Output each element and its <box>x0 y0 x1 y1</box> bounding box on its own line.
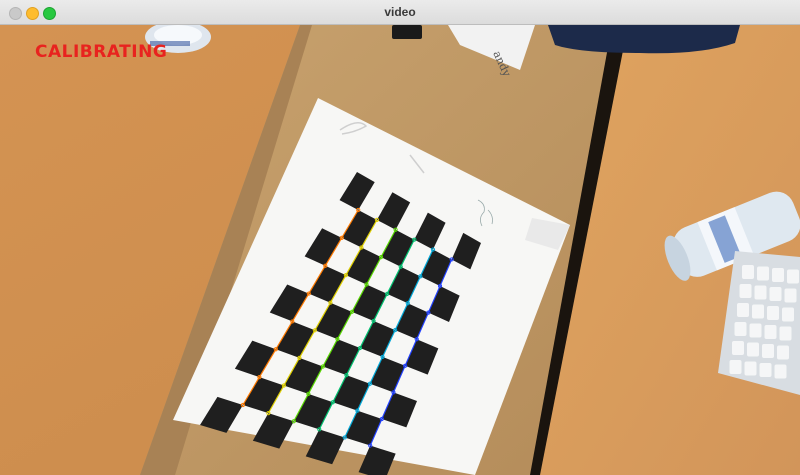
keyboard-key <box>759 363 772 377</box>
keyboard-key <box>729 360 742 374</box>
keyboard-key <box>782 307 794 322</box>
keyboard-key <box>752 304 764 319</box>
window-title: video <box>384 5 416 19</box>
keyboard-key <box>732 341 744 355</box>
keyboard-key <box>757 266 769 281</box>
keyboard-key <box>739 284 752 298</box>
app-window: video andy CALIBRATING <box>0 0 800 475</box>
keyboard-key <box>749 323 762 338</box>
keyboard-key <box>787 269 799 284</box>
calibration-status: CALIBRATING <box>35 42 168 62</box>
keyboard-key <box>779 326 792 341</box>
keyboard-key <box>767 306 779 320</box>
keyboard-key <box>744 361 757 376</box>
keyboard-key <box>777 345 789 360</box>
cable-plug <box>392 25 422 39</box>
keyboard-key <box>764 325 777 339</box>
keyboard-key <box>742 265 754 279</box>
video-frame: andy CALIBRATING <box>0 25 800 475</box>
keyboard-key <box>784 288 797 303</box>
camera-feed: andy <box>0 25 800 475</box>
keyboard-key <box>772 268 784 282</box>
title-bar: video <box>0 0 800 25</box>
keyboard-key <box>747 342 759 357</box>
keyboard-key <box>762 344 774 358</box>
keyboard-key <box>754 285 767 300</box>
keyboard-key <box>774 364 787 379</box>
keyboard-key <box>737 303 749 317</box>
keyboard-key <box>734 322 747 336</box>
keyboard-key <box>769 287 782 301</box>
